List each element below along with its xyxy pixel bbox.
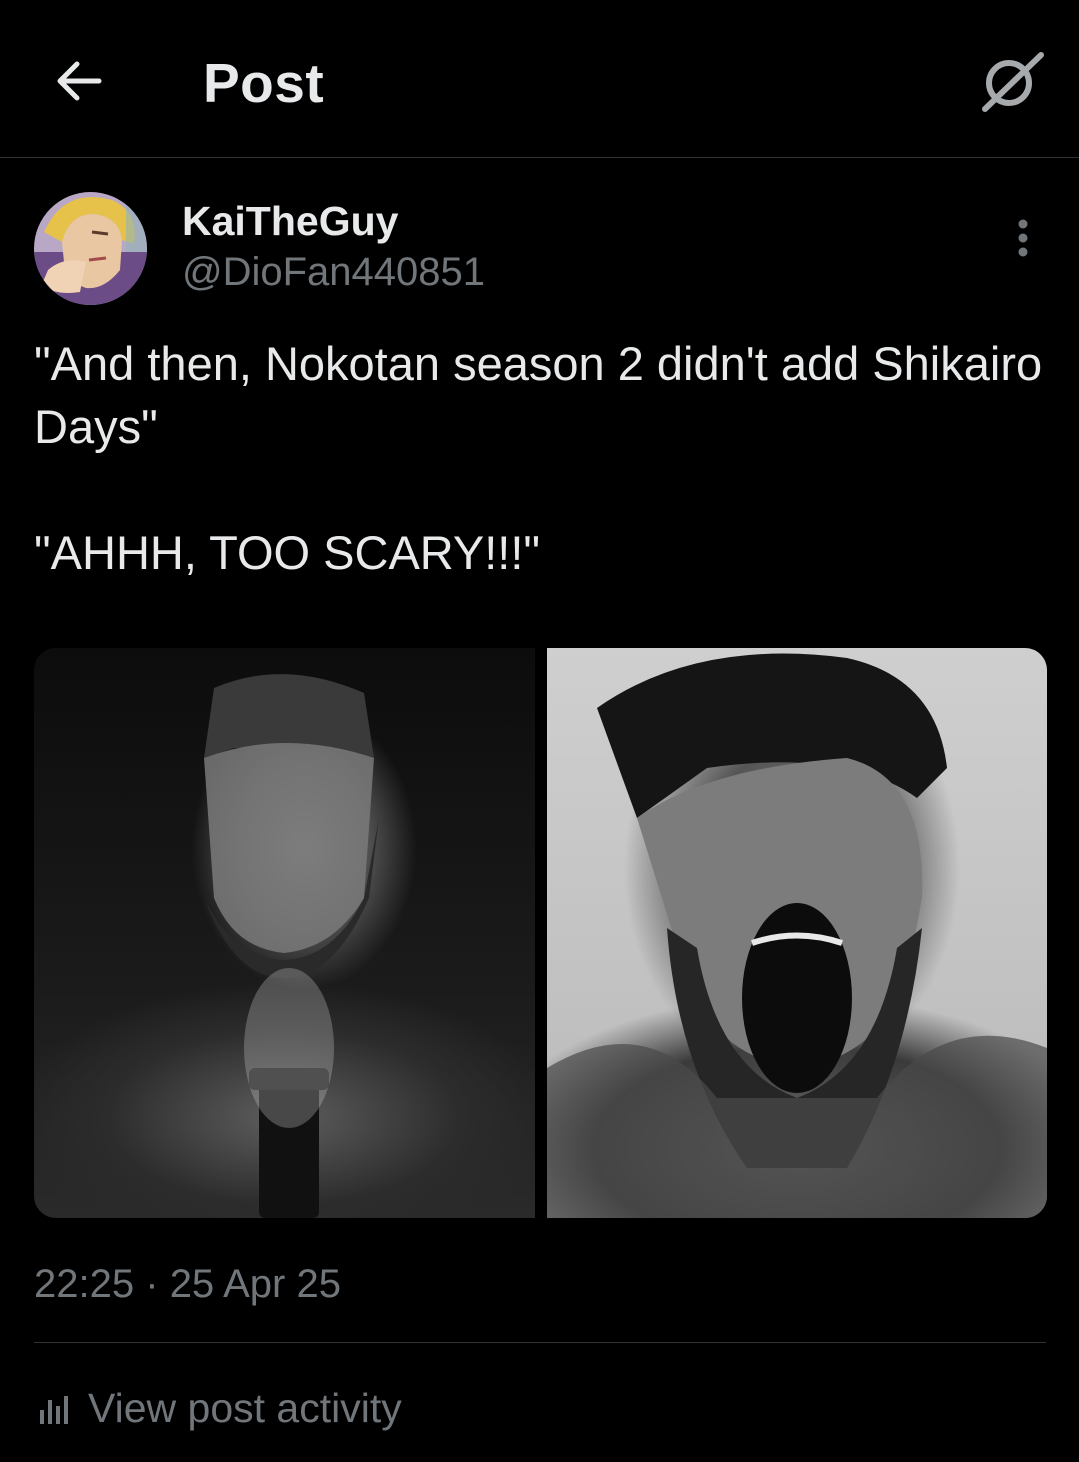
author-avatar[interactable]	[34, 192, 147, 305]
more-vertical-icon	[1018, 219, 1028, 257]
bar-chart-icon	[40, 1396, 68, 1424]
view-post-activity-label: View post activity	[88, 1385, 402, 1431]
author-handle[interactable]: @DioFan440851	[182, 247, 485, 297]
post-timestamp: 22:25 · 25 Apr 25	[34, 1258, 341, 1310]
media-grid	[34, 648, 1047, 1218]
author-display-name[interactable]: KaiTheGuy	[182, 196, 398, 246]
grok-icon	[982, 52, 1044, 112]
view-post-activity-button[interactable]: View post activity	[34, 1382, 402, 1434]
grok-button[interactable]	[972, 44, 1048, 120]
post-image-flashlight-man[interactable]	[34, 648, 535, 1218]
page-title: Post	[203, 52, 325, 114]
flashlight-figure	[194, 674, 379, 1218]
arrow-left-icon	[57, 61, 102, 101]
screaming-figure	[546, 653, 1047, 1218]
top-bar: Post	[0, 0, 1079, 158]
post-date[interactable]: 25 Apr 25	[170, 1262, 341, 1306]
timestamp-separator: ·	[145, 1262, 159, 1306]
avatar-image	[34, 192, 147, 305]
more-options-button[interactable]	[1000, 212, 1046, 264]
post-time[interactable]: 22:25	[34, 1262, 134, 1306]
divider	[34, 1342, 1046, 1343]
post-text: "And then, Nokotan season 2 didn't add S…	[34, 332, 1044, 584]
post-text-line: "And then, Nokotan season 2 didn't add S…	[34, 337, 1043, 453]
post-text-line: "AHHH, TOO SCARY!!!"	[34, 526, 541, 579]
back-button[interactable]	[48, 50, 110, 112]
post-image-screaming-man[interactable]	[546, 648, 1047, 1218]
